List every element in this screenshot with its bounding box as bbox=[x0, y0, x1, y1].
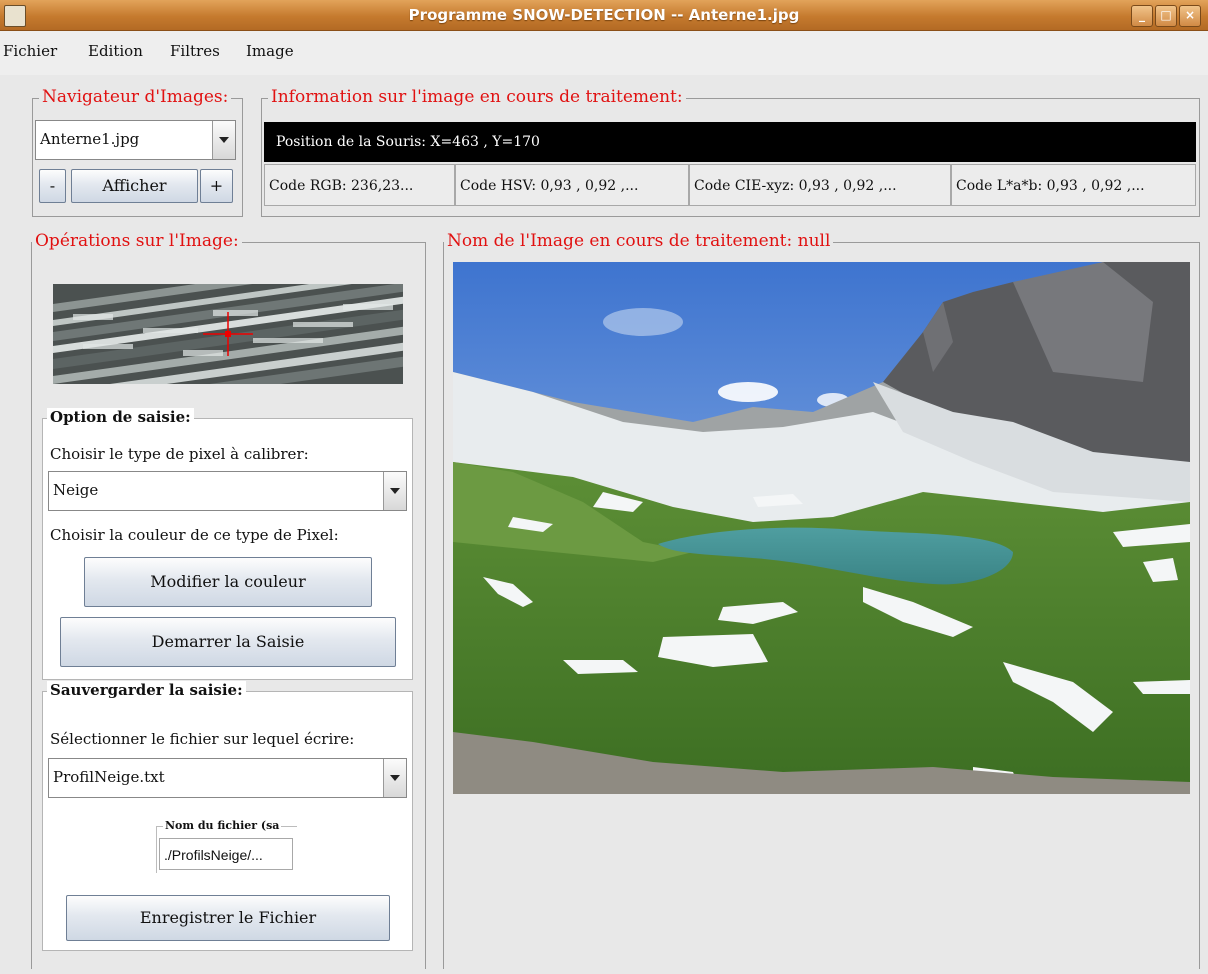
navigator-title: Navigateur d'Images: bbox=[39, 87, 232, 107]
image-select-value: Anterne1.jpg bbox=[40, 130, 140, 148]
pixel-color-label: Choisir la couleur de ce type de Pixel: bbox=[50, 526, 339, 544]
zoom-preview-image bbox=[53, 284, 403, 384]
close-button[interactable]: × bbox=[1179, 5, 1201, 27]
landscape-image[interactable] bbox=[453, 262, 1190, 794]
next-image-button[interactable]: + bbox=[200, 169, 233, 203]
start-capture-button[interactable]: Demarrer la Saisie bbox=[60, 617, 396, 667]
profile-file-value: ProfilNeige.txt bbox=[53, 768, 165, 786]
pixel-type-select[interactable]: Neige bbox=[48, 471, 407, 511]
menu-edition[interactable]: Edition bbox=[88, 42, 143, 60]
chevron-down-icon[interactable] bbox=[383, 472, 406, 510]
menu-fichier[interactable]: Fichier bbox=[3, 42, 57, 60]
title-bar[interactable]: Programme SNOW-DETECTION -- Anterne1.jpg… bbox=[0, 0, 1208, 31]
minimize-button[interactable]: _ bbox=[1131, 5, 1153, 27]
previous-image-button[interactable]: - bbox=[39, 169, 66, 203]
window-title: Programme SNOW-DETECTION -- Anterne1.jpg bbox=[408, 6, 800, 24]
info-title: Information sur l'image en cours de trai… bbox=[268, 87, 686, 107]
filename-field[interactable]: ./ProfilsNeige/... bbox=[159, 838, 293, 870]
save-capture-title: Sauvergarder la saisie: bbox=[47, 681, 246, 699]
save-file-button[interactable]: Enregistrer le Fichier bbox=[66, 895, 390, 941]
show-image-button[interactable]: Afficher bbox=[71, 169, 198, 203]
landscape-image-drawing bbox=[453, 262, 1190, 794]
rgb-code: Code RGB: 236,23... bbox=[264, 164, 455, 206]
mouse-position-bar: Position de la Souris: X=463 , Y=170 bbox=[264, 122, 1196, 162]
file-select-label: Sélectionner le fichier sur lequel écrir… bbox=[50, 730, 355, 748]
chevron-down-icon[interactable] bbox=[212, 121, 235, 159]
menu-image[interactable]: Image bbox=[246, 42, 294, 60]
menu-filtres[interactable]: Filtres bbox=[170, 42, 220, 60]
hsv-code: Code HSV: 0,93 , 0,92 ,... bbox=[455, 164, 689, 206]
image-panel-title: Nom de l'Image en cours de traitement: n… bbox=[444, 231, 834, 251]
capture-options-title: Option de saisie: bbox=[47, 408, 194, 426]
chevron-down-icon[interactable] bbox=[383, 759, 406, 797]
operations-title: Opérations sur l'Image: bbox=[32, 231, 242, 251]
profile-file-select[interactable]: ProfilNeige.txt bbox=[48, 758, 407, 798]
modify-color-button[interactable]: Modifier la couleur bbox=[84, 557, 372, 607]
zoom-preview bbox=[53, 284, 403, 384]
image-select[interactable]: Anterne1.jpg bbox=[35, 120, 236, 160]
menu-bar: Fichier Edition Filtres Image bbox=[0, 31, 1208, 75]
lab-code: Code L*a*b: 0,93 , 0,92 ,... bbox=[951, 164, 1196, 206]
maximize-button[interactable]: □ bbox=[1155, 5, 1177, 27]
filename-group-title: Nom du fichier (sa bbox=[163, 819, 282, 832]
pixel-type-label: Choisir le type de pixel à calibrer: bbox=[50, 445, 309, 463]
pixel-type-value: Neige bbox=[53, 481, 99, 499]
cie-xyz-code: Code CIE-xyz: 0,93 , 0,92 ,... bbox=[689, 164, 951, 206]
